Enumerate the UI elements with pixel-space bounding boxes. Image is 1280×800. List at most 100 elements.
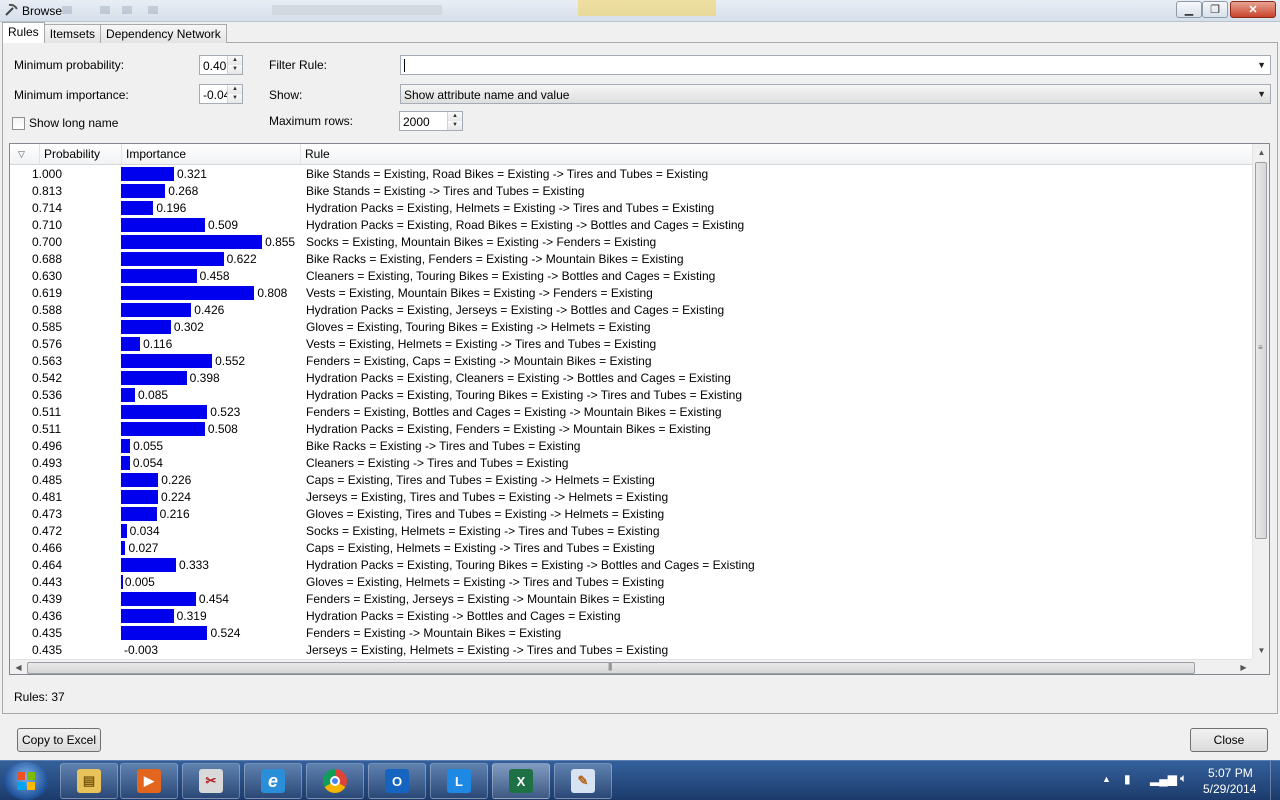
taskbar-media-player[interactable]: ▶ [120,763,178,799]
table-row[interactable]: 0.472 0.034 Socks = Existing, Helmets = Ex… [10,523,1252,540]
table-row[interactable]: 0.576 0.116 Vests = Existing, Helmets = Ex… [10,336,1252,353]
table-row[interactable]: 0.443 0.005 Gloves = Existing, Helmets = E… [10,574,1252,591]
cell-importance: 0.034 [121,523,301,540]
importance-bar [121,490,158,504]
show-desktop-button[interactable] [1270,761,1280,800]
taskbar-internet-explorer[interactable]: e [244,763,302,799]
table-row[interactable]: 0.493 0.054 Cleaners = Existing -> Tires a… [10,455,1252,472]
spinner-up-icon[interactable]: ▲ [228,56,242,65]
table-row[interactable]: 0.813 0.268 Bike Stands = Existing -> Tire… [10,183,1252,200]
table-row[interactable]: 0.630 0.458 Cleaners = Existing, Touring B… [10,268,1252,285]
maximize-button[interactable]: ❐ [1202,1,1228,18]
table-row[interactable]: 0.485 0.226 Caps = Existing, Tires and Tub… [10,472,1252,489]
cell-probability: 0.511 [32,422,62,436]
table-row[interactable]: 0.536 0.085 Hydration Packs = Existing, To… [10,387,1252,404]
text-caret [404,59,405,72]
clock-time[interactable]: 5:07 PM [1208,766,1253,780]
scroll-down-icon[interactable]: ▼ [1253,642,1269,659]
importance-bar [121,252,224,266]
min-importance-spinner[interactable]: -0.04 ▲ ▼ [199,84,243,104]
column-header-probability[interactable]: Probability [40,144,122,165]
cell-importance: 0.524 [121,625,301,642]
spinner-down-icon[interactable]: ▼ [448,121,462,130]
taskbar-paint-tools[interactable]: ✂ [182,763,240,799]
network-signal-icon[interactable]: ▂▄▆ [1150,772,1177,786]
close-button[interactable]: Close [1190,728,1268,752]
cell-importance: 0.426 [121,302,301,319]
table-row[interactable]: 0.435 -0.003 Jerseys = Existing, Helmets =… [10,642,1252,659]
vertical-scrollbar[interactable]: ▲ ≡ ▼ [1252,144,1269,659]
background-window-title [272,5,442,15]
horizontal-scrollbar[interactable]: ◀ ||| ▶ [10,659,1252,674]
table-row[interactable]: 0.588 0.426 Hydration Packs = Existing, Je… [10,302,1252,319]
table-row[interactable]: 0.473 0.216 Gloves = Existing, Tires and T… [10,506,1252,523]
tab-dependency-network[interactable]: Dependency Network [100,24,227,43]
column-header-importance[interactable]: Importance [122,144,301,165]
window-close-button[interactable]: ✕ [1230,1,1276,18]
taskbar-paint[interactable]: ✎ [554,763,612,799]
horizontal-scroll-thumb[interactable]: ||| [27,662,1195,674]
table-row[interactable]: 0.511 0.508 Hydration Packs = Existing, Fe… [10,421,1252,438]
clock-date[interactable]: 5/29/2014 [1203,782,1256,796]
max-rows-spinner[interactable]: 2000 ▲ ▼ [399,111,463,131]
taskbar-excel[interactable]: X [492,763,550,799]
table-row[interactable]: 0.466 0.027 Caps = Existing, Helmets = Exi… [10,540,1252,557]
filter-rule-combobox[interactable]: ▼ [400,55,1271,75]
table-row[interactable]: 0.710 0.509 Hydration Packs = Existing, Ro… [10,217,1252,234]
table-row[interactable]: 0.563 0.552 Fenders = Existing, Caps = Exi… [10,353,1252,370]
minimize-button[interactable]: ▁ [1176,1,1202,18]
vertical-scroll-thumb[interactable]: ≡ [1255,162,1267,539]
importance-bar [121,354,213,368]
tab-itemsets[interactable]: Itemsets [43,24,102,43]
cell-importance: 0.302 [121,319,301,336]
tab-rules[interactable]: Rules [2,22,45,43]
dropdown-arrow-icon[interactable]: ▼ [1257,60,1266,70]
taskbar-file-explorer[interactable]: ▤ [60,763,118,799]
table-row[interactable]: 0.619 0.808 Vests = Existing, Mountain Bik… [10,285,1252,302]
table-row[interactable]: 0.439 0.454 Fenders = Existing, Jerseys = … [10,591,1252,608]
table-row[interactable]: 0.700 0.855 Socks = Existing, Mountain Bik… [10,234,1252,251]
min-probability-spinner[interactable]: 0.40 ▲ ▼ [199,55,243,75]
scroll-left-icon[interactable]: ◀ [10,660,27,674]
copy-to-excel-button[interactable]: Copy to Excel [17,728,101,752]
table-row[interactable]: 0.714 0.196 Hydration Packs = Existing, He… [10,200,1252,217]
table-row[interactable]: 0.435 0.524 Fenders = Existing -> Mountain… [10,625,1252,642]
taskbar-chrome[interactable] [306,763,364,799]
column-header-rule[interactable]: Rule [301,144,1252,165]
importance-bar [121,541,126,555]
power-icon[interactable]: ▮ [1124,772,1131,786]
table-row[interactable]: 0.436 0.319 Hydration Packs = Existing -> … [10,608,1252,625]
start-button[interactable] [4,762,48,800]
volume-icon[interactable]: 🔈︎ [1180,771,1187,786]
dropdown-arrow-icon[interactable]: ▼ [1257,89,1266,99]
table-row[interactable]: 0.464 0.333 Hydration Packs = Existing, To… [10,557,1252,574]
table-row[interactable]: 1.000 0.321 Bike Stands = Existing, Road B… [10,166,1252,183]
show-hidden-icons-icon[interactable]: ▲ [1102,774,1111,784]
cell-rule: Vests = Existing, Mountain Bikes = Exist… [306,286,653,300]
grid-header: ▽ Probability Importance Rule [10,144,1252,165]
importance-value: 0.622 [226,252,257,266]
cell-importance: 0.226 [121,472,301,489]
table-row[interactable]: 0.511 0.523 Fenders = Existing, Bottles an… [10,404,1252,421]
rules-grid[interactable]: ▽ Probability Importance Rule 1.000 0.321… [9,143,1270,675]
taskbar-lync[interactable]: L [430,763,488,799]
table-row[interactable]: 0.496 0.055 Bike Racks = Existing -> Tires… [10,438,1252,455]
table-row[interactable]: 0.481 0.224 Jerseys = Existing, Tires and … [10,489,1252,506]
table-row[interactable]: 0.542 0.398 Hydration Packs = Existing, Cl… [10,370,1252,387]
show-long-name-checkbox[interactable] [12,117,25,130]
cell-rule: Hydration Packs = Existing, Jerseys = Ex… [306,303,725,317]
table-row[interactable]: 0.688 0.622 Bike Racks = Existing, Fenders… [10,251,1252,268]
spinner-down-icon[interactable]: ▼ [228,94,242,103]
importance-bar [121,507,157,521]
importance-value: 0.458 [199,269,230,283]
sort-indicator-icon[interactable]: ▽ [10,144,40,165]
scroll-up-icon[interactable]: ▲ [1253,144,1269,161]
spinner-down-icon[interactable]: ▼ [228,65,242,74]
spinner-up-icon[interactable]: ▲ [228,85,242,94]
show-select[interactable]: Show attribute name and value ▼ [400,84,1271,104]
title-bar[interactable]: Browse ▁ ❐ ✕ [0,0,1280,22]
scroll-right-icon[interactable]: ▶ [1235,660,1252,674]
spinner-up-icon[interactable]: ▲ [448,112,462,121]
taskbar-outlook[interactable]: O [368,763,426,799]
table-row[interactable]: 0.585 0.302 Gloves = Existing, Touring Bik… [10,319,1252,336]
